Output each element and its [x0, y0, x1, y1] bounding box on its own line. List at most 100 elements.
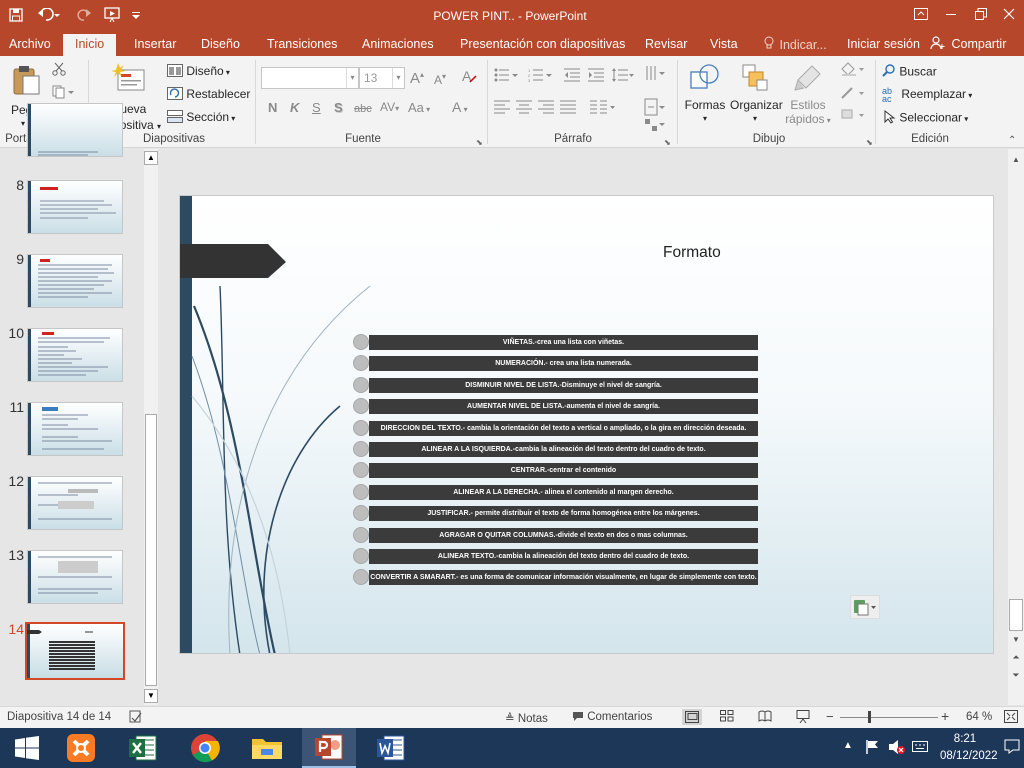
shadow-button[interactable]: S — [334, 101, 343, 115]
thumbnails-scroll-thumb[interactable] — [145, 414, 157, 686]
signin-link[interactable]: Iniciar sesión — [847, 36, 920, 56]
tab-animations[interactable]: Animaciones — [362, 36, 434, 56]
normal-view-icon[interactable] — [682, 709, 702, 725]
redo-icon[interactable] — [74, 4, 94, 26]
slide-scrollbar[interactable]: ▲ ▼ ⏶ ⏷ — [1008, 149, 1024, 705]
numbering-icon[interactable]: 123 — [528, 68, 554, 85]
action-flag-icon[interactable] — [865, 739, 881, 760]
customize-toolbar-icon[interactable] — [130, 4, 142, 26]
strikethrough-button[interactable]: abc — [354, 102, 372, 116]
keyboard-icon[interactable] — [912, 739, 928, 758]
slide-bullet-item[interactable]: JUSTIFICAR.- permite distribuir el texto… — [353, 505, 758, 522]
undo-icon[interactable] — [34, 4, 64, 26]
copy-icon[interactable] — [52, 85, 74, 102]
align-right-icon[interactable] — [538, 100, 554, 117]
clear-formatting-icon[interactable]: A — [461, 68, 477, 89]
arrange-button[interactable]: Organizar ▾ — [730, 62, 783, 126]
find-button[interactable]: Buscar — [882, 64, 937, 81]
cut-icon[interactable] — [52, 62, 66, 79]
slide-thumbnail-7[interactable] — [27, 103, 123, 157]
taskbar-date[interactable]: 08/12/2022 — [940, 750, 998, 762]
reset-button[interactable]: Restablecer — [167, 87, 250, 103]
replace-button[interactable]: ab ac Reemplazar ▾ — [882, 87, 972, 104]
change-case-button[interactable]: Aa ▾ — [408, 101, 430, 117]
slide-sorter-icon[interactable] — [720, 710, 734, 725]
previous-slide-icon[interactable]: ⏶ — [1009, 649, 1023, 665]
file-explorer-icon[interactable] — [240, 728, 294, 768]
slide-bullet-item[interactable]: CONVERTIR A SMARART.- es una forma de co… — [353, 569, 758, 586]
taskbar-time[interactable]: 8:21 — [940, 733, 990, 745]
slide-bullet-item[interactable]: ALINEAR A LA DERECHA.- alinea el conteni… — [353, 483, 758, 500]
share-button[interactable]: Compartir — [930, 36, 1006, 56]
justify-icon[interactable] — [560, 100, 576, 117]
xampp-icon[interactable] — [54, 728, 108, 768]
slide-thumbnail-12[interactable] — [27, 476, 123, 530]
slide-bullet-item[interactable]: AUMENTAR NIVEL DE LISTA.-aumenta el nive… — [353, 398, 758, 415]
scroll-up-arrow-icon[interactable]: ▲ — [144, 151, 158, 165]
notifications-icon[interactable] — [1004, 738, 1020, 759]
slide-canvas[interactable]: Formato VIÑETAS.-crea una lista con viñe… — [179, 195, 994, 654]
slide-bullet-item[interactable]: DIRECCION DEL TEXTO.- cambia la orientac… — [353, 419, 758, 436]
convert-smartart-icon[interactable] — [644, 118, 668, 135]
columns-icon[interactable] — [590, 100, 616, 117]
select-button[interactable]: Seleccionar ▾ — [882, 109, 968, 127]
text-direction-icon[interactable] — [644, 64, 668, 85]
tab-review[interactable]: Revisar — [645, 36, 687, 56]
slide-bullet-item[interactable]: ALINEAR A LA ISQUIERDA.-cambia la alinea… — [353, 441, 758, 457]
slide-bullet-item[interactable]: DISMINUIR NIVEL DE LISTA.-Disminuye el n… — [353, 376, 758, 393]
zoom-level[interactable]: 64 % — [966, 711, 992, 723]
tab-slideshow[interactable]: Presentación con diapositivas — [460, 36, 625, 56]
section-button[interactable]: Sección ▾ — [167, 110, 235, 126]
slide-bullet-item[interactable]: AGRAGAR O QUITAR COLUMNAS.-divide el tex… — [353, 526, 758, 543]
bold-button[interactable]: N — [268, 101, 277, 115]
paste-options-icon[interactable] — [850, 595, 880, 619]
slide-thumbnail-13[interactable] — [27, 550, 123, 604]
shrink-font-icon[interactable]: A▾ — [434, 70, 446, 87]
slideshow-view-icon[interactable] — [796, 710, 810, 726]
slide-title[interactable]: Formato — [663, 244, 721, 262]
show-hidden-icons-icon[interactable]: ▲ — [843, 740, 853, 751]
shape-outline-icon[interactable] — [840, 86, 868, 103]
align-text-icon[interactable] — [644, 98, 668, 119]
start-slideshow-icon[interactable] — [102, 4, 126, 26]
zoom-slider[interactable] — [840, 717, 938, 718]
line-spacing-icon[interactable] — [612, 68, 634, 85]
decrease-indent-icon[interactable] — [564, 68, 580, 85]
thumbnails-scrollbar[interactable]: ▲ ▼ — [144, 149, 158, 705]
slide-thumbnail-14[interactable] — [25, 622, 125, 680]
slide-thumbnail-9[interactable] — [27, 254, 123, 308]
excel-icon[interactable] — [116, 728, 170, 768]
font-size-combo[interactable]: 13 ▾ — [359, 67, 405, 89]
paragraph-launcher-icon[interactable]: ⬊ — [664, 136, 671, 150]
volume-muted-icon[interactable] — [888, 739, 906, 760]
zoom-out-icon[interactable]: − — [826, 709, 834, 724]
slide-thumbnail-10[interactable] — [27, 328, 123, 382]
fit-to-window-icon[interactable] — [1004, 710, 1018, 726]
tab-view[interactable]: Vista — [710, 36, 738, 56]
font-launcher-icon[interactable]: ⬊ — [476, 136, 483, 150]
align-center-icon[interactable] — [516, 100, 532, 117]
shapes-button[interactable]: Formas ▾ — [684, 62, 726, 126]
scroll-up-arrow-icon[interactable]: ▲ — [1009, 153, 1023, 167]
minimize-icon[interactable] — [936, 4, 966, 24]
next-slide-icon[interactable]: ⏷ — [1009, 667, 1023, 683]
close-icon[interactable] — [994, 4, 1024, 24]
tab-design[interactable]: Diseño — [201, 36, 240, 56]
scroll-down-arrow-icon[interactable]: ▼ — [1009, 633, 1023, 647]
increase-indent-icon[interactable] — [588, 68, 604, 85]
slide-bullet-item[interactable]: NUMERACIÓN.- crea una lista numerada. — [353, 355, 758, 372]
align-left-icon[interactable] — [494, 100, 510, 117]
slide-thumbnail-11[interactable] — [27, 402, 123, 456]
slide-scroll-thumb[interactable] — [1009, 599, 1023, 631]
italic-button[interactable]: K — [290, 101, 299, 115]
zoom-in-icon[interactable]: + — [941, 708, 949, 724]
slide-bullet-item[interactable]: ALINEAR TEXTO.-cambia la alineación del … — [353, 548, 758, 564]
font-color-icon[interactable]: A ▾ — [452, 100, 468, 117]
drawing-launcher-icon[interactable]: ⬊ — [866, 136, 873, 150]
scroll-down-arrow-icon[interactable]: ▼ — [144, 689, 158, 703]
notes-button[interactable]: ≜ Notas — [505, 711, 548, 725]
grow-font-icon[interactable]: A▴ — [410, 68, 424, 86]
shape-fill-icon[interactable] — [840, 62, 868, 79]
powerpoint-taskbar-icon[interactable] — [302, 728, 356, 768]
slide-bullet-item[interactable]: CENTRAR.-centrar el contenido — [353, 462, 758, 479]
